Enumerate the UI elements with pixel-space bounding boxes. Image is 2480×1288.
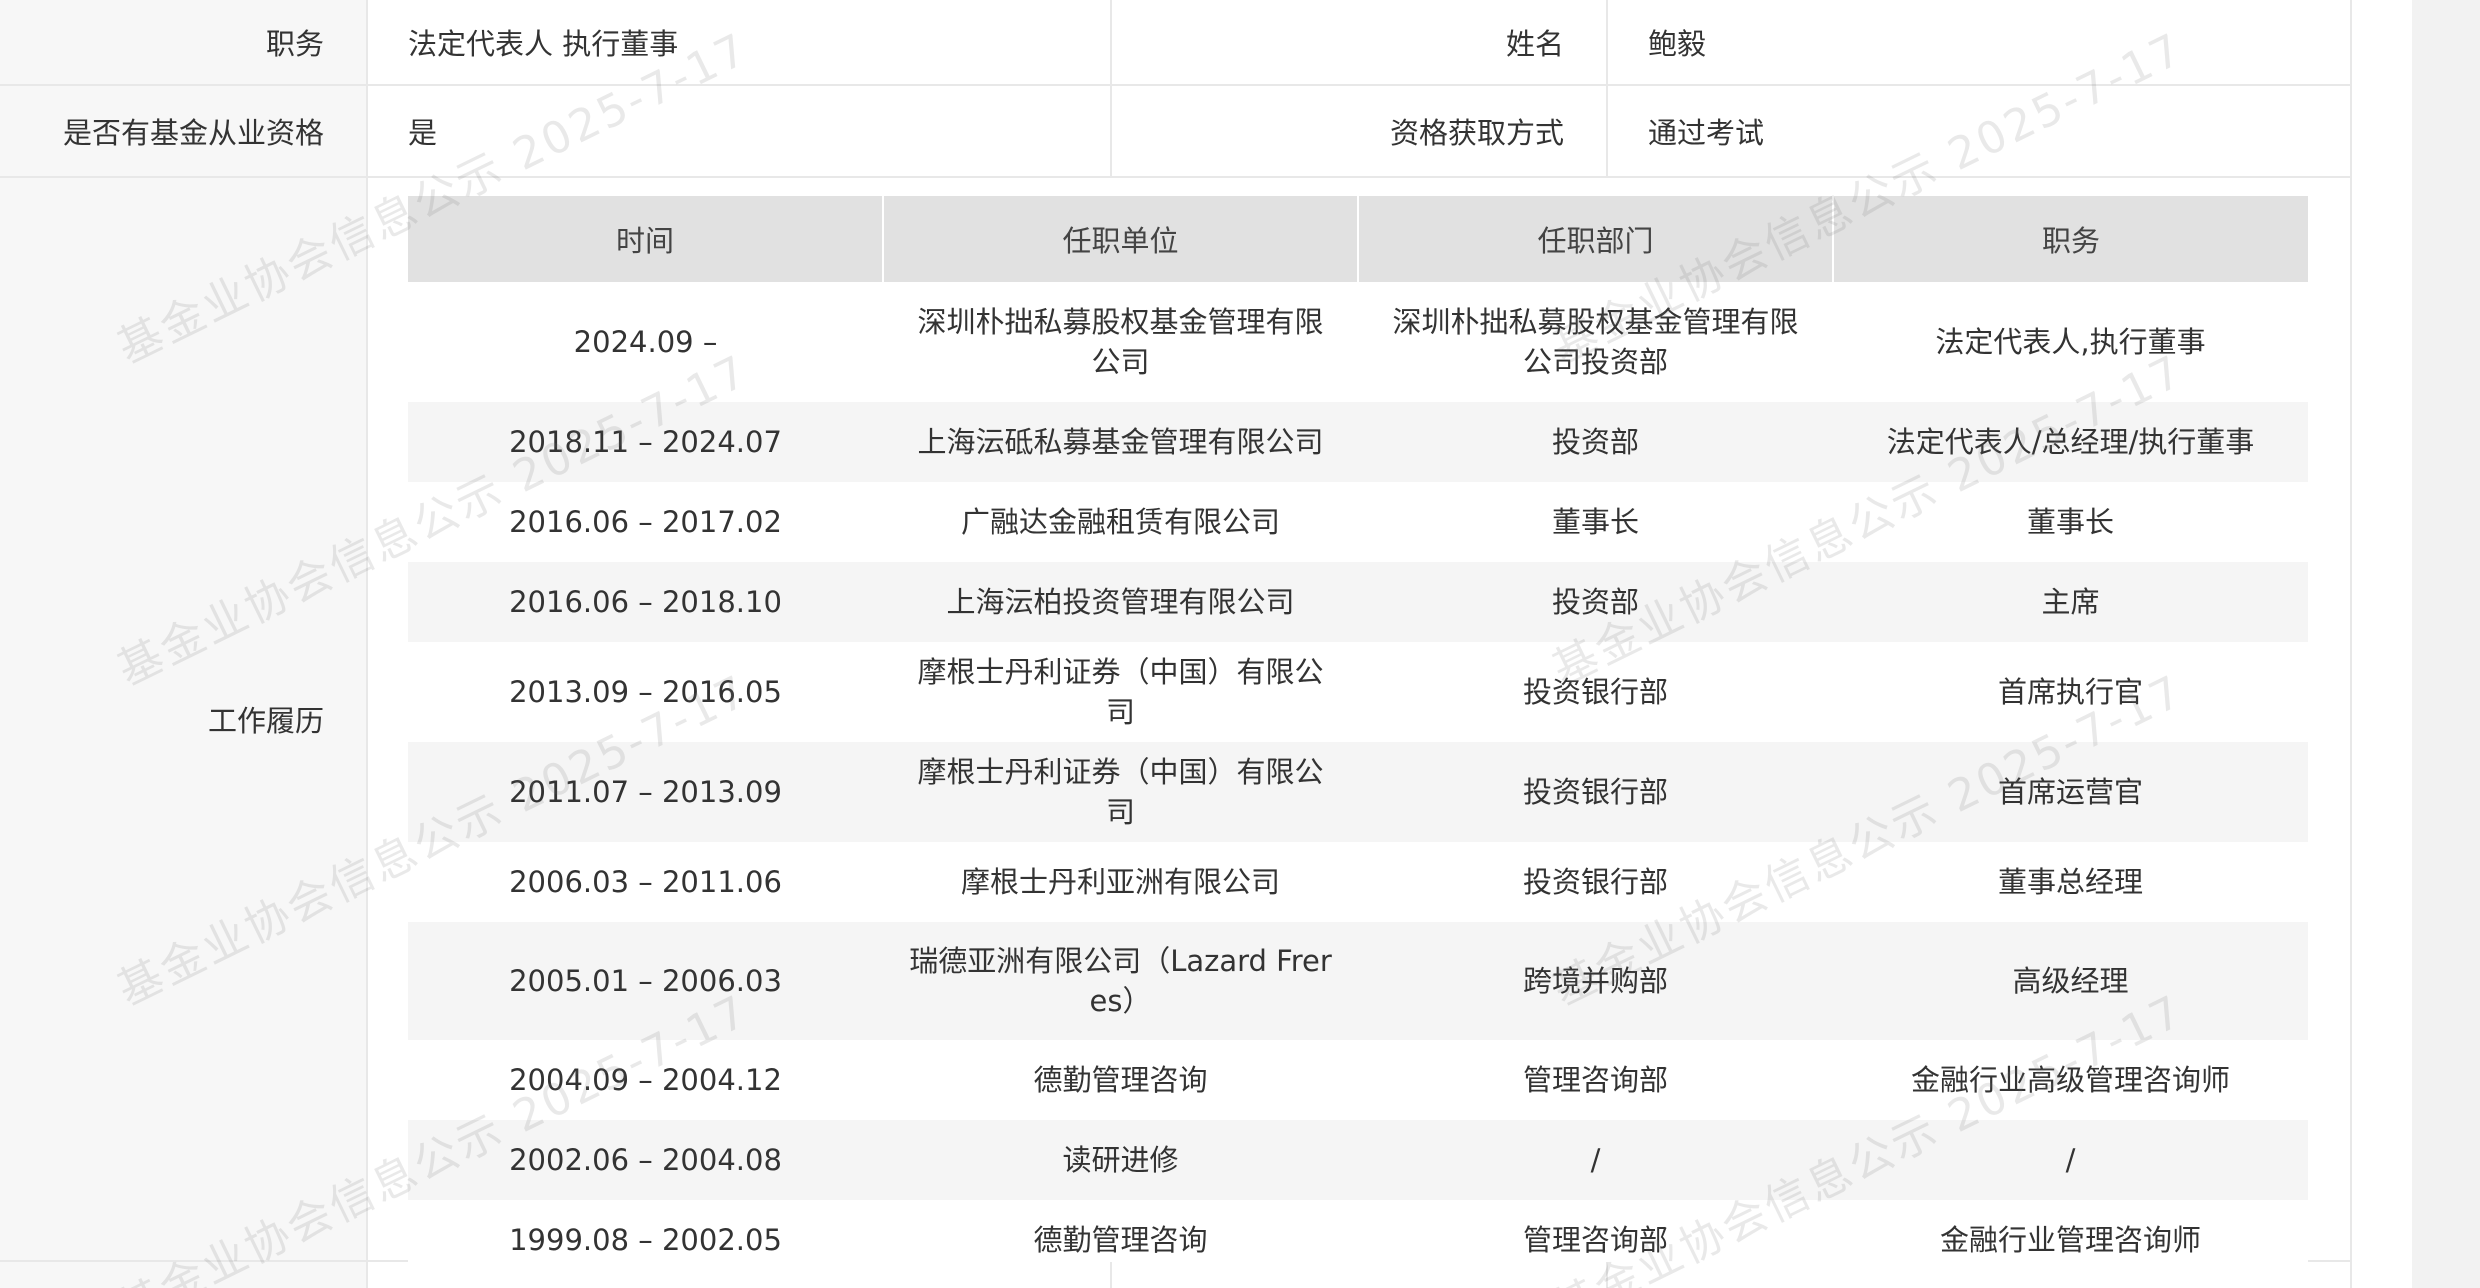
organization-cell: 摩根士丹利证券（中国）有限公司 xyxy=(883,742,1358,842)
table-row: 2011.07 – 2013.09 摩根士丹利证券（中国）有限公司 投资银行部 首席运… xyxy=(408,742,2308,842)
title-cell: 主席 xyxy=(1833,562,2308,642)
profile-info-table: 职务 法定代表人 执行董事 姓名 鲍毅 是否有基金从业资格 是 资格获取方式 通… xyxy=(0,0,2352,1288)
title-cell: 法定代表人/总经理/执行董事 xyxy=(1833,402,2308,482)
next-row-value-cell-2 xyxy=(1608,1262,2350,1288)
qualification-method-label: 资格获取方式 xyxy=(1112,86,1608,176)
time-cell: 2018.11 – 2024.07 xyxy=(408,402,883,482)
column-header-title: 职务 xyxy=(1832,196,2308,282)
table-row: 2006.03 – 2011.06 摩根士丹利亚洲有限公司 投资银行部 董事总经理 xyxy=(408,842,2308,922)
organization-cell: 读研进修 xyxy=(883,1120,1358,1200)
name-label: 姓名 xyxy=(1112,0,1608,84)
department-cell: 跨境并购部 xyxy=(1358,922,1833,1040)
department-cell: 深圳朴拙私募股权基金管理有限公司投资部 xyxy=(1358,282,1833,402)
table-row: 2016.06 – 2018.10 上海沄柏投资管理有限公司 投资部 主席 xyxy=(408,562,2308,642)
title-cell: / xyxy=(1833,1120,2308,1200)
fund-manager-profile-page: 职务 法定代表人 执行董事 姓名 鲍毅 是否有基金从业资格 是 资格获取方式 通… xyxy=(0,0,2480,1288)
name-value: 鲍毅 xyxy=(1608,0,2350,84)
scroll-track[interactable] xyxy=(2412,0,2480,1288)
organization-cell: 广融达金融租赁有限公司 xyxy=(883,482,1358,562)
work-history-body: 时间 任职单位 任职部门 职务 2024.09 – 深圳朴拙私募股权基金管理有限公… xyxy=(368,178,2350,1280)
column-header-department: 任职部门 xyxy=(1357,196,1833,282)
next-row-value-cell xyxy=(368,1262,1112,1288)
organization-cell: 深圳朴拙私募股权基金管理有限公司 xyxy=(883,282,1358,402)
department-cell: 投资部 xyxy=(1358,402,1833,482)
department-cell: 董事长 xyxy=(1358,482,1833,562)
next-row-label-cell xyxy=(0,1262,368,1288)
table-row: 2016.06 – 2017.02 广融达金融租赁有限公司 董事长 董事长 xyxy=(408,482,2308,562)
qualification-value: 是 xyxy=(368,86,1112,176)
title-cell: 董事总经理 xyxy=(1833,842,2308,922)
organization-cell: 上海沄砥私募基金管理有限公司 xyxy=(883,402,1358,482)
time-cell: 2016.06 – 2018.10 xyxy=(408,562,883,642)
department-cell: / xyxy=(1358,1120,1833,1200)
department-cell: 投资银行部 xyxy=(1358,742,1833,842)
qualification-row: 是否有基金从业资格 是 资格获取方式 通过考试 xyxy=(0,86,2350,178)
column-header-organization: 任职单位 xyxy=(882,196,1358,282)
position-name-row: 职务 法定代表人 执行董事 姓名 鲍毅 xyxy=(0,0,2350,86)
work-history-table: 时间 任职单位 任职部门 职务 2024.09 – 深圳朴拙私募股权基金管理有限公… xyxy=(408,196,2308,1280)
work-history-label: 工作履历 xyxy=(0,178,368,1260)
department-cell: 投资银行部 xyxy=(1358,642,1833,742)
department-cell: 管理咨询部 xyxy=(1358,1040,1833,1120)
table-row: 2004.09 – 2004.12 德勤管理咨询 管理咨询部 金融行业高级管理咨询师 xyxy=(408,1040,2308,1120)
organization-cell: 摩根士丹利亚洲有限公司 xyxy=(883,842,1358,922)
right-gutter xyxy=(2352,0,2412,1288)
title-cell: 首席执行官 xyxy=(1833,642,2308,742)
title-cell: 高级经理 xyxy=(1833,922,2308,1040)
time-cell: 2016.06 – 2017.02 xyxy=(408,482,883,562)
time-cell: 2011.07 – 2013.09 xyxy=(408,742,883,842)
time-cell: 2013.09 – 2016.05 xyxy=(408,642,883,742)
organization-cell: 瑞德亚洲有限公司（Lazard Freres） xyxy=(883,922,1358,1040)
title-cell: 董事长 xyxy=(1833,482,2308,562)
department-cell: 投资部 xyxy=(1358,562,1833,642)
title-cell: 法定代表人,执行董事 xyxy=(1833,282,2308,402)
next-row-label-cell-2 xyxy=(1112,1262,1608,1288)
next-row-partial xyxy=(0,1262,2350,1288)
table-row: 2013.09 – 2016.05 摩根士丹利证券（中国）有限公司 投资银行部 首席执… xyxy=(408,642,2308,742)
table-row: 2002.06 – 2004.08 读研进修 / / xyxy=(408,1120,2308,1200)
qualification-label: 是否有基金从业资格 xyxy=(0,86,368,176)
table-row: 2018.11 – 2024.07 上海沄砥私募基金管理有限公司 投资部 法定代表人/… xyxy=(408,402,2308,482)
time-cell: 2024.09 – xyxy=(408,282,883,402)
time-cell: 2004.09 – 2004.12 xyxy=(408,1040,883,1120)
table-row: 2005.01 – 2006.03 瑞德亚洲有限公司（Lazard Freres）… xyxy=(408,922,2308,1040)
organization-cell: 上海沄柏投资管理有限公司 xyxy=(883,562,1358,642)
column-header-time: 时间 xyxy=(408,196,883,282)
work-history-row: 工作履历 时间 任职单位 任职部门 职务 2024.09 – 深圳朴拙私募股权基… xyxy=(0,178,2350,1280)
organization-cell: 德勤管理咨询 xyxy=(883,1040,1358,1120)
organization-cell: 摩根士丹利证券（中国）有限公司 xyxy=(883,642,1358,742)
work-history-header-row: 时间 任职单位 任职部门 职务 xyxy=(408,196,2308,282)
time-cell: 2005.01 – 2006.03 xyxy=(408,922,883,1040)
title-cell: 首席运营官 xyxy=(1833,742,2308,842)
position-value: 法定代表人 执行董事 xyxy=(368,0,1112,84)
qualification-method-value: 通过考试 xyxy=(1608,86,2350,176)
position-label: 职务 xyxy=(0,0,368,84)
table-row: 2024.09 – 深圳朴拙私募股权基金管理有限公司 深圳朴拙私募股权基金管理有限公… xyxy=(408,282,2308,402)
time-cell: 2006.03 – 2011.06 xyxy=(408,842,883,922)
title-cell: 金融行业高级管理咨询师 xyxy=(1833,1040,2308,1120)
department-cell: 投资银行部 xyxy=(1358,842,1833,922)
time-cell: 2002.06 – 2004.08 xyxy=(408,1120,883,1200)
